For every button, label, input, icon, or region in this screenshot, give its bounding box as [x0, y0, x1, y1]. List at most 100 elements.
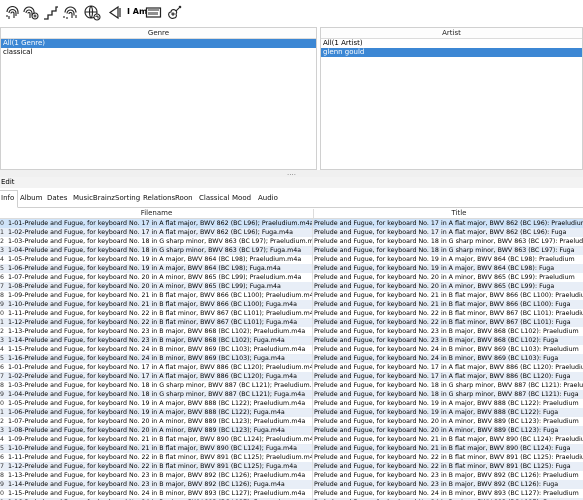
table-row[interactable]: 4 1-15-Prelude and Fugue, for keyboard No…	[0, 345, 583, 354]
table-row[interactable]: 3 1-04-Prelude and Fugue, for keyboard No…	[0, 246, 583, 255]
filename-cell[interactable]: 1-02-Prelude and Fugue, for keyboard No.…	[8, 372, 313, 381]
table-row[interactable]: 3 1-14-Prelude and Fugue, for keyboard No…	[0, 336, 583, 345]
title-cell[interactable]: Prelude and Fugue, for keyboard No. 21 i…	[314, 300, 583, 309]
table-row[interactable]: 9 1-10-Prelude and Fugue, for keyboard No…	[0, 300, 583, 309]
title-cell[interactable]: Prelude and Fugue, for keyboard No. 19 i…	[314, 399, 583, 408]
title-cell[interactable]: Prelude and Fugue, for keyboard No. 17 i…	[314, 372, 583, 381]
artist-header[interactable]: Artist	[321, 28, 582, 39]
table-row[interactable]: 0 1-15-Prelude and Fugue, for keyboard No…	[0, 489, 583, 498]
table-row[interactable]: 7 1-08-Prelude and Fugue, for keyboard No…	[0, 282, 583, 291]
tab-mood[interactable]: Mood	[229, 191, 254, 206]
stairs-icon[interactable]	[42, 4, 59, 21]
filename-cell[interactable]: 1-05-Prelude and Fugue, for keyboard No.…	[8, 399, 313, 408]
title-cell[interactable]: Prelude and Fugue, for keyboard No. 18 i…	[314, 246, 583, 255]
tab-dates[interactable]: Dates	[44, 191, 70, 206]
title-cell[interactable]: Prelude and Fugue, for keyboard No. 22 i…	[314, 318, 583, 327]
table-row[interactable]: 9 1-14-Prelude and Fugue, for keyboard No…	[0, 480, 583, 489]
title-cell[interactable]: Prelude and Fugue, for keyboard No. 18 i…	[314, 381, 583, 390]
filename-cell[interactable]: 1-02-Prelude and Fugue, for keyboard No.…	[8, 228, 313, 237]
title-cell[interactable]: Prelude and Fugue, for keyboard No. 24 i…	[314, 489, 583, 498]
title-cell[interactable]: Prelude and Fugue, for keyboard No. 21 i…	[314, 435, 583, 444]
table-row[interactable]: 0 1-05-Prelude and Fugue, for keyboard No…	[0, 399, 583, 408]
filename-cell[interactable]: 1-16-Prelude and Fugue, for keyboard No.…	[8, 354, 313, 363]
column-filename[interactable]: Filename	[0, 209, 314, 218]
filename-cell[interactable]: 1-01-Prelude and Fugue, for keyboard No.…	[8, 363, 313, 372]
title-cell[interactable]: Prelude and Fugue, for keyboard No. 18 i…	[314, 390, 583, 399]
filename-cell[interactable]: 1-04-Prelude and Fugue, for keyboard No.…	[8, 390, 313, 399]
filename-cell[interactable]: 1-05-Prelude and Fugue, for keyboard No.…	[8, 255, 313, 264]
filename-cell[interactable]: 1-10-Prelude and Fugue, for keyboard No.…	[8, 444, 313, 453]
filename-cell[interactable]: 1-14-Prelude and Fugue, for keyboard No.…	[8, 336, 313, 345]
tab-musicbrainz[interactable]: MusicBrainz	[70, 191, 118, 206]
globe-fingerprint-icon[interactable]	[84, 4, 101, 21]
title-cell[interactable]: Prelude and Fugue, for keyboard No. 19 i…	[314, 264, 583, 273]
table-row[interactable]: 1 1-02-Prelude and Fugue, for keyboard No…	[0, 228, 583, 237]
filename-cell[interactable]: 1-08-Prelude and Fugue, for keyboard No.…	[8, 426, 313, 435]
filename-cell[interactable]: 1-06-Prelude and Fugue, for keyboard No.…	[8, 408, 313, 417]
genre-item-classical[interactable]: classical	[1, 48, 316, 57]
filename-cell[interactable]: 1-15-Prelude and Fugue, for keyboard No.…	[8, 489, 313, 498]
title-cell[interactable]: Prelude and Fugue, for keyboard No. 17 i…	[314, 219, 583, 228]
table-row[interactable]: 5 1-10-Prelude and Fugue, for keyboard No…	[0, 444, 583, 453]
artist-item-all[interactable]: All(1 Artist)	[321, 39, 582, 48]
table-row[interactable]: 0 1-01-Prelude and Fugue, for keyboard No…	[0, 219, 583, 228]
table-row[interactable]: 1 1-12-Prelude and Fugue, for keyboard No…	[0, 318, 583, 327]
title-cell[interactable]: Prelude and Fugue, for keyboard No. 22 i…	[314, 309, 583, 318]
table-row[interactable]: 2 1-13-Prelude and Fugue, for keyboard No…	[0, 327, 583, 336]
title-cell[interactable]: Prelude and Fugue, for keyboard No. 23 i…	[314, 336, 583, 345]
genre-header[interactable]: Genre	[1, 28, 316, 39]
table-row[interactable]: 2 1-03-Prelude and Fugue, for keyboard No…	[0, 237, 583, 246]
filename-cell[interactable]: 1-07-Prelude and Fugue, for keyboard No.…	[8, 417, 313, 426]
table-row[interactable]: 3 1-08-Prelude and Fugue, for keyboard No…	[0, 426, 583, 435]
filename-cell[interactable]: 1-13-Prelude and Fugue, for keyboard No.…	[8, 327, 313, 336]
table-row[interactable]: 6 1-07-Prelude and Fugue, for keyboard No…	[0, 273, 583, 282]
filename-cell[interactable]: 1-03-Prelude and Fugue, for keyboard No.…	[8, 381, 313, 390]
filename-cell[interactable]: 1-12-Prelude and Fugue, for keyboard No.…	[8, 318, 313, 327]
title-cell[interactable]: Prelude and Fugue, for keyboard No. 17 i…	[314, 228, 583, 237]
tab-audio[interactable]: Audio	[255, 191, 281, 206]
filename-cell[interactable]: 1-10-Prelude and Fugue, for keyboard No.…	[8, 300, 313, 309]
filename-cell[interactable]: 1-09-Prelude and Fugue, for keyboard No.…	[8, 435, 313, 444]
title-cell[interactable]: Prelude and Fugue, for keyboard No. 19 i…	[314, 408, 583, 417]
title-cell[interactable]: Prelude and Fugue, for keyboard No. 20 i…	[314, 426, 583, 435]
title-cell[interactable]: Prelude and Fugue, for keyboard No. 20 i…	[314, 417, 583, 426]
table-row[interactable]: 6 1-01-Prelude and Fugue, for keyboard No…	[0, 363, 583, 372]
table-row[interactable]: 8 1-09-Prelude and Fugue, for keyboard No…	[0, 291, 583, 300]
filename-cell[interactable]: 1-06-Prelude and Fugue, for keyboard No.…	[8, 264, 313, 273]
title-cell[interactable]: Prelude and Fugue, for keyboard No. 18 i…	[314, 237, 583, 246]
title-cell[interactable]: Prelude and Fugue, for keyboard No. 17 i…	[314, 363, 583, 372]
filename-cell[interactable]: 1-04-Prelude and Fugue, for keyboard No.…	[8, 246, 313, 255]
title-cell[interactable]: Prelude and Fugue, for keyboard No. 23 i…	[314, 471, 583, 480]
title-cell[interactable]: Prelude and Fugue, for keyboard No. 20 i…	[314, 273, 583, 282]
table-row[interactable]: 5 1-06-Prelude and Fugue, for keyboard No…	[0, 264, 583, 273]
play-back-icon[interactable]	[106, 4, 123, 21]
filename-cell[interactable]: 1-11-Prelude and Fugue, for keyboard No.…	[8, 309, 313, 318]
tab-album[interactable]: Album	[17, 191, 45, 206]
table-row[interactable]: 8 1-13-Prelude and Fugue, for keyboard No…	[0, 471, 583, 480]
guitar-icon[interactable]	[166, 4, 183, 21]
filename-cell[interactable]: 1-14-Prelude and Fugue, for keyboard No.…	[8, 480, 313, 489]
filename-cell[interactable]: 1-07-Prelude and Fugue, for keyboard No.…	[8, 273, 313, 282]
table-row[interactable]: 7 1-02-Prelude and Fugue, for keyboard No…	[0, 372, 583, 381]
artist-item-glenn-gould[interactable]: glenn gould	[321, 48, 582, 57]
table-row[interactable]: 8 1-03-Prelude and Fugue, for keyboard No…	[0, 381, 583, 390]
panel-splitter[interactable]: ....	[0, 170, 583, 177]
filename-cell[interactable]: 1-08-Prelude and Fugue, for keyboard No.…	[8, 282, 313, 291]
genre-item-all[interactable]: All(1 Genre)	[1, 39, 316, 48]
table-row[interactable]: 5 1-16-Prelude and Fugue, for keyboard No…	[0, 354, 583, 363]
title-cell[interactable]: Prelude and Fugue, for keyboard No. 19 i…	[314, 255, 583, 264]
fingerprint-icon[interactable]	[4, 4, 21, 21]
filename-cell[interactable]: 1-13-Prelude and Fugue, for keyboard No.…	[8, 471, 313, 480]
filename-cell[interactable]: 1-01-Prelude and Fugue, for keyboard No.…	[8, 219, 313, 228]
filename-cell[interactable]: 1-12-Prelude and Fugue, for keyboard No.…	[8, 462, 313, 471]
title-cell[interactable]: Prelude and Fugue, for keyboard No. 20 i…	[314, 282, 583, 291]
column-title[interactable]: Title	[314, 209, 583, 218]
title-cell[interactable]: Prelude and Fugue, for keyboard No. 24 i…	[314, 354, 583, 363]
filename-cell[interactable]: 1-15-Prelude and Fugue, for keyboard No.…	[8, 345, 313, 354]
fingerprint-scan-icon[interactable]	[62, 4, 79, 21]
filename-cell[interactable]: 1-03-Prelude and Fugue, for keyboard No.…	[8, 237, 313, 246]
table-row[interactable]: 6 1-11-Prelude and Fugue, for keyboard No…	[0, 453, 583, 462]
table-row[interactable]: 0 1-11-Prelude and Fugue, for keyboard No…	[0, 309, 583, 318]
tab-sorting[interactable]: Sorting	[112, 191, 143, 206]
tab-classical[interactable]: Classical	[196, 191, 232, 206]
